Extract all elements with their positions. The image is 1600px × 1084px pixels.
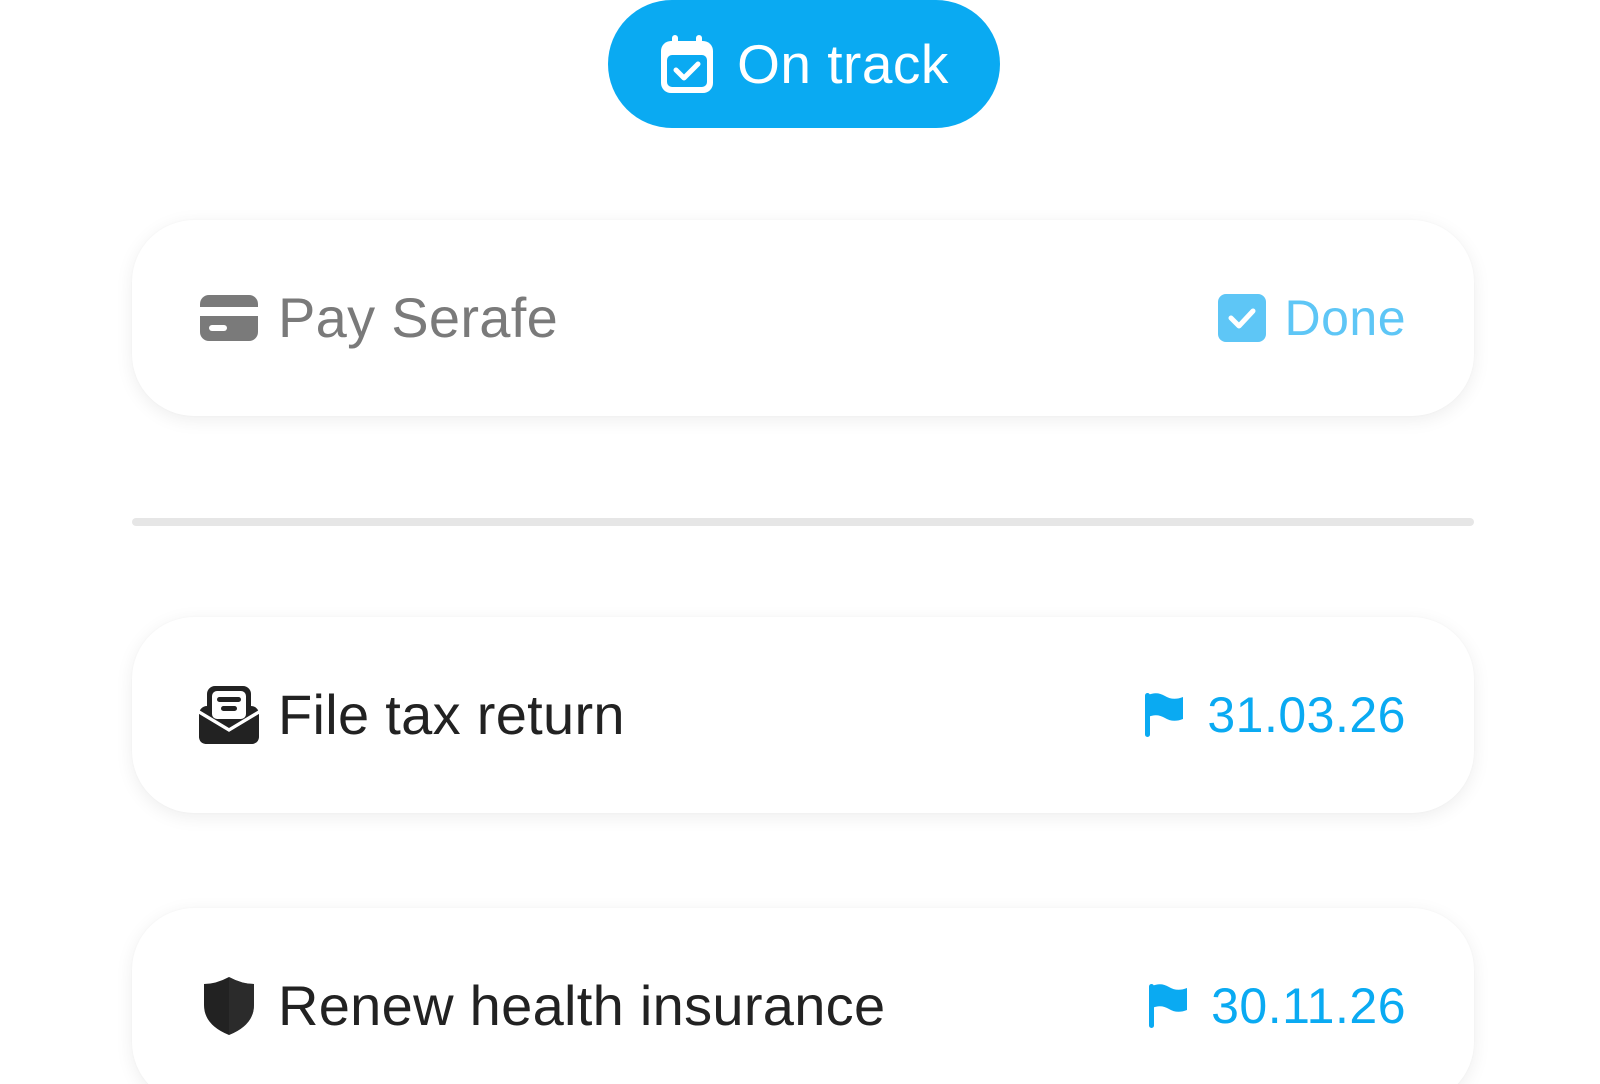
task-card-open[interactable]: File tax return 31.03.26 xyxy=(132,617,1474,813)
calendar-check-icon xyxy=(661,35,714,93)
status-label: On track xyxy=(737,32,949,95)
tray-icon xyxy=(199,686,259,744)
task-card-right: Done xyxy=(1218,293,1406,343)
task-due-date: 31.03.26 xyxy=(1207,687,1406,743)
shield-icon xyxy=(204,977,254,1035)
task-card-open[interactable]: Renew health insurance 30.11.26 xyxy=(132,908,1474,1084)
task-title: Pay Serafe xyxy=(278,286,559,349)
task-title: Renew health insurance xyxy=(278,974,886,1037)
task-title: File tax return xyxy=(278,683,625,746)
task-card-right: 30.11.26 xyxy=(1145,981,1406,1031)
section-divider xyxy=(132,518,1474,526)
task-status-label: Done xyxy=(1284,290,1406,346)
credit-card-icon xyxy=(200,295,258,341)
task-due-date: 30.11.26 xyxy=(1211,978,1406,1034)
flag-icon xyxy=(1149,984,1188,1028)
task-card-done[interactable]: Pay Serafe Done xyxy=(132,220,1474,416)
task-screen: On track Pay Serafe Done File tax return… xyxy=(0,0,1600,1084)
status-badge[interactable]: On track xyxy=(608,0,1000,128)
task-card-left: File tax return xyxy=(198,684,625,746)
task-card-left: Pay Serafe xyxy=(198,287,558,349)
task-card-right: 31.03.26 xyxy=(1141,690,1406,740)
flag-icon xyxy=(1145,693,1184,737)
checkbox-checked-icon[interactable] xyxy=(1218,294,1267,342)
task-card-left: Renew health insurance xyxy=(198,975,885,1037)
